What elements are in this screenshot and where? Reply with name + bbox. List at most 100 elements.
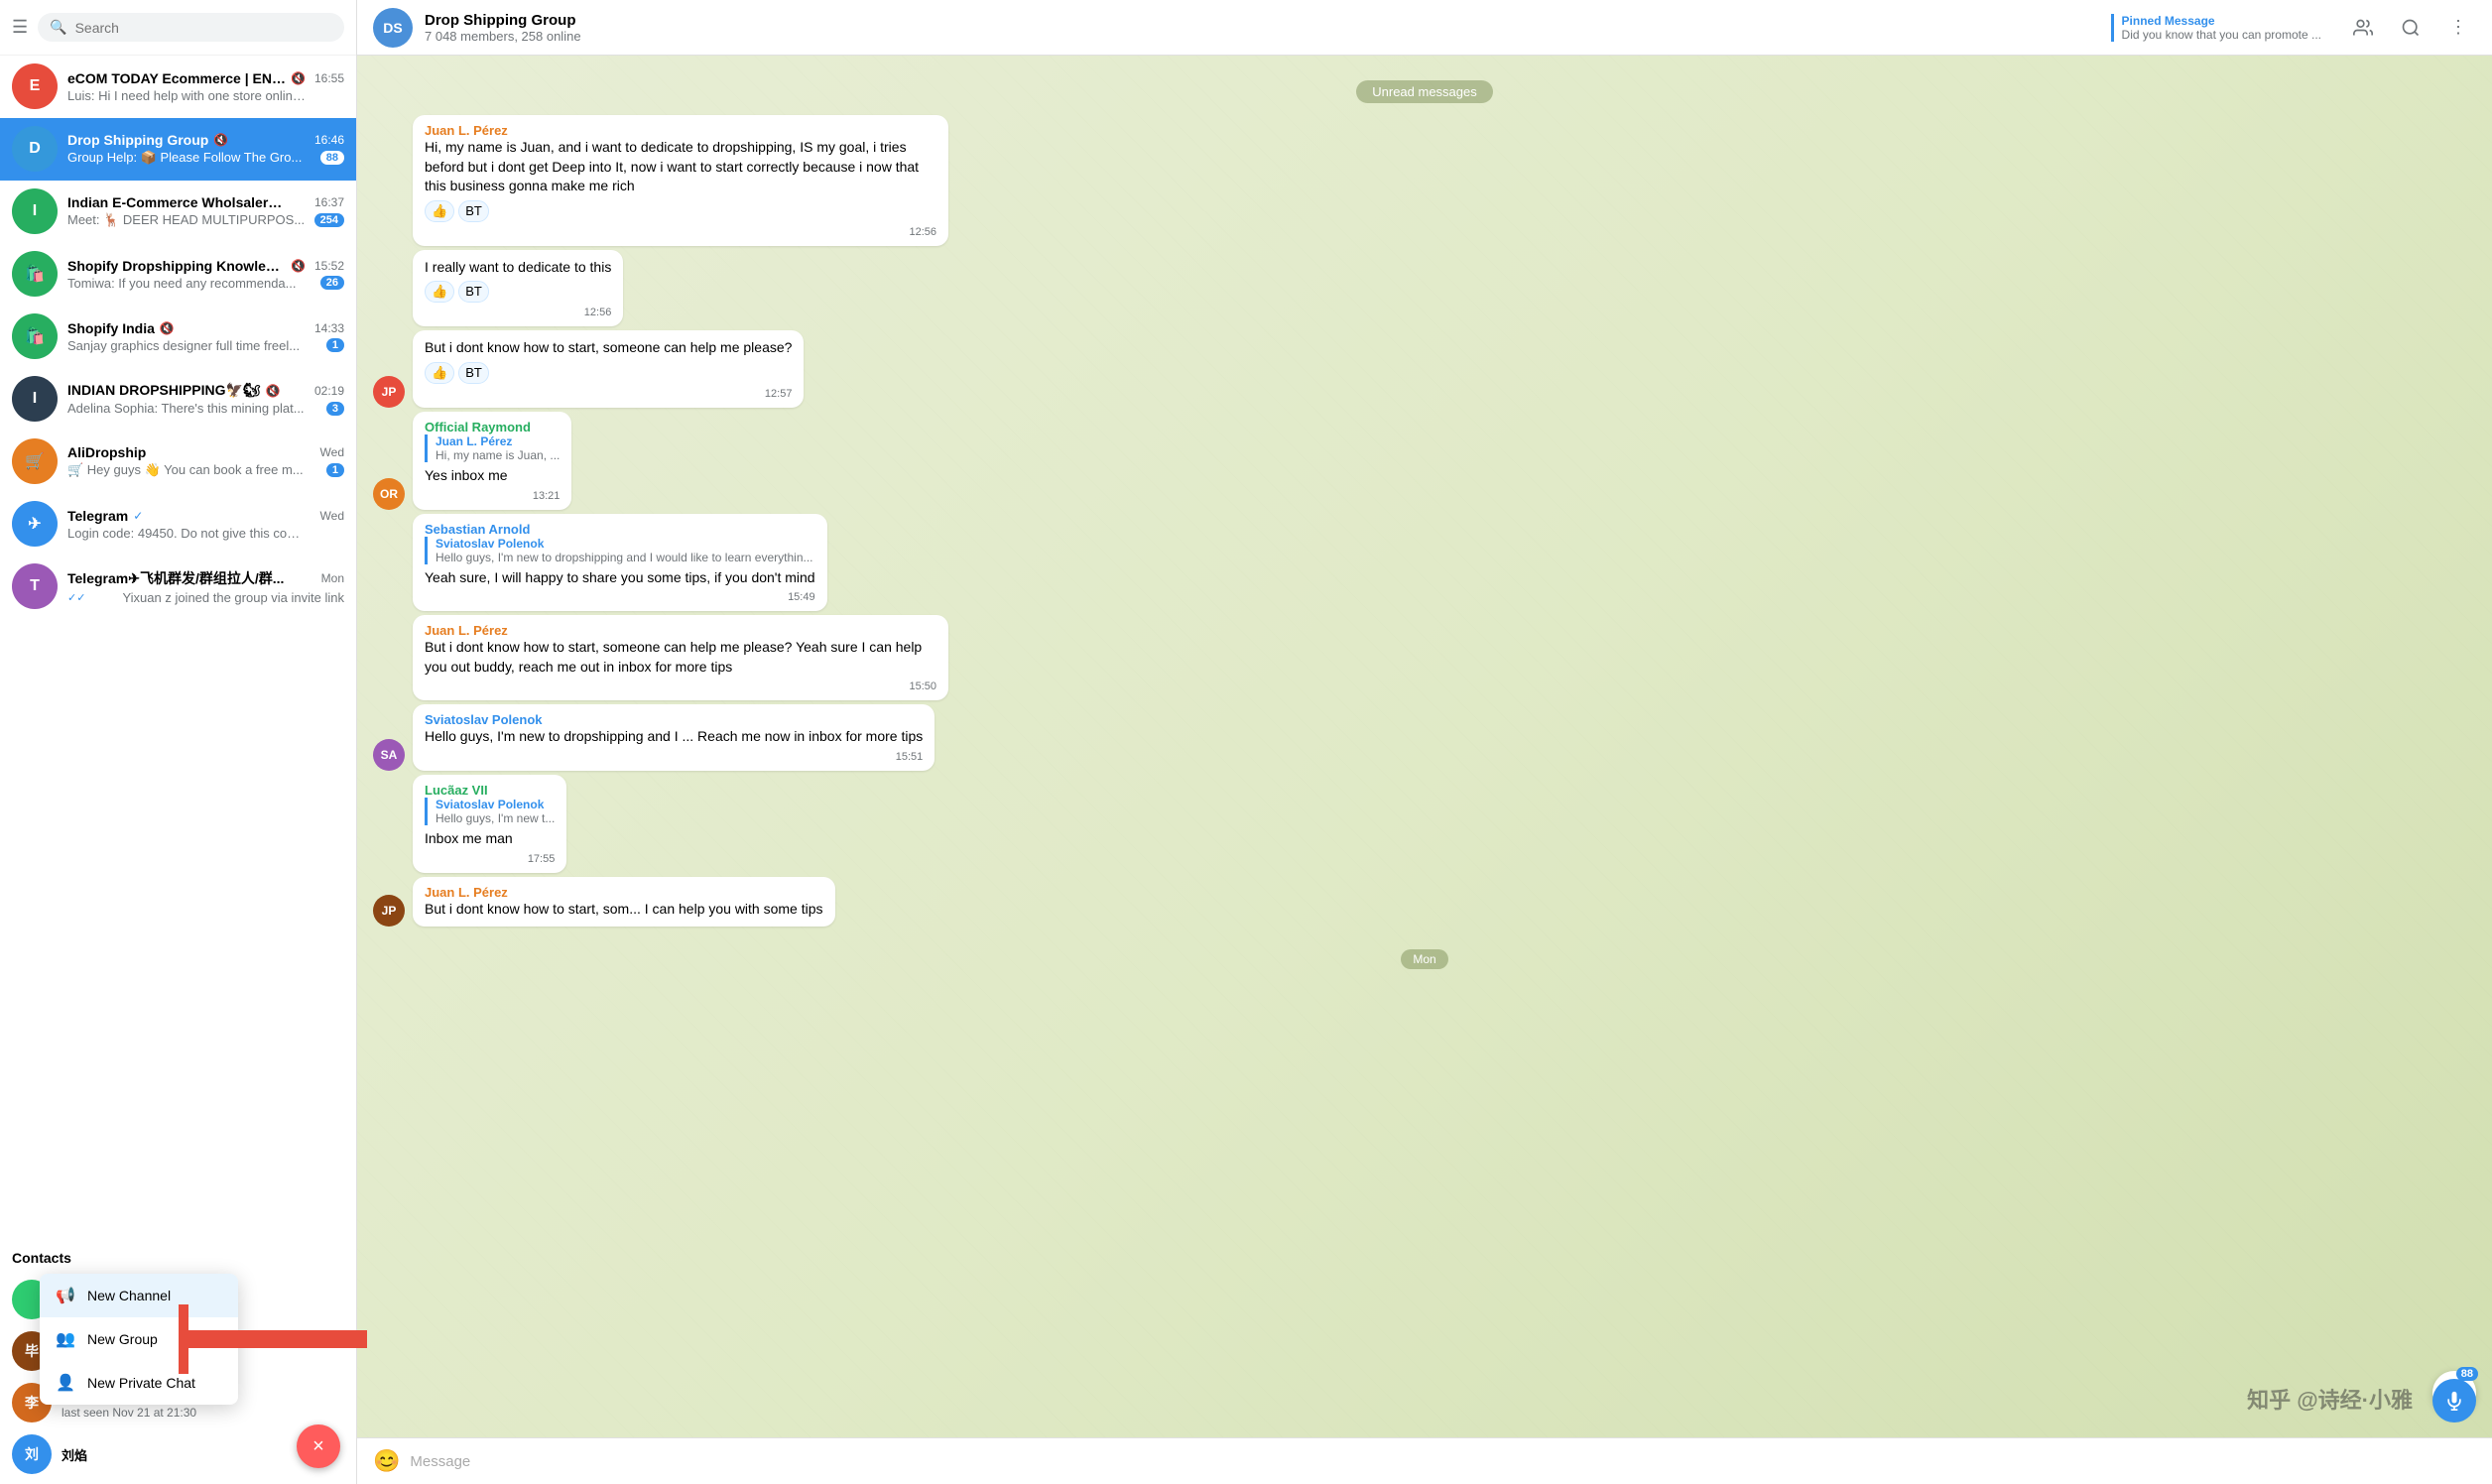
chat-item-alidropship[interactable]: 🛒AliDropshipWed🛒 Hey guys 👋 You can book…: [0, 431, 356, 493]
reaction-msg1[interactable]: BT: [458, 200, 489, 222]
chat-preview-telegram: Login code: 49450. Do not give this code…: [67, 526, 306, 541]
search-messages-icon[interactable]: [2393, 10, 2429, 46]
contact-item-contact-liuhao[interactable]: 刘刘焰: [12, 1428, 344, 1480]
message-sender-msg8: Lucãaz VII: [425, 783, 555, 798]
message-text-msg1: Hi, my name is Juan, and i want to dedic…: [425, 138, 936, 196]
reply-name-msg4: Juan L. Pérez: [436, 434, 560, 448]
contact-status-contact-lixiao: last seen Nov 21 at 21:30: [62, 1406, 344, 1420]
search-input[interactable]: [75, 20, 332, 36]
mute-icon-shopify-drop: 🔇: [291, 259, 306, 273]
verified-icon-telegram: ✓: [133, 509, 143, 523]
chat-item-telegram[interactable]: ✈ Telegram✓WedLogin code: 49450. Do not g…: [0, 493, 356, 556]
reaction-msg2[interactable]: BT: [458, 281, 489, 303]
message-text-msg9: But i dont know how to start, som... I c…: [425, 900, 823, 920]
message-bubble-msg3: But i dont know how to start, someone ca…: [413, 330, 804, 408]
reaction-msg3[interactable]: 👍: [425, 362, 454, 384]
message-bubble-msg8: Lucãaz VIISviatoslav PolenokHello guys, …: [413, 775, 566, 873]
message-time-msg3: 12:57: [425, 388, 792, 400]
chat-name-shopify-india: Shopify India: [67, 320, 155, 336]
chat-preview-drop-shipping: Group Help: 📦 Please Follow The Gro...: [67, 150, 302, 166]
mute-icon-ecom-today: 🔇: [291, 71, 306, 85]
chat-time-shopify-drop: 15:52: [314, 259, 344, 273]
message-group-msg1: Juan L. PérezHi, my name is Juan, and i …: [373, 115, 2476, 246]
chat-info-telegram-fly: Telegram✈飞机群发/群组拉人/群...Mon✓✓Yixuan z joi…: [67, 568, 344, 605]
message-sender-msg7: Sviatoslav Polenok: [425, 712, 923, 727]
context-menu-item-new-channel[interactable]: 📢 New Channel: [40, 1274, 238, 1317]
unread-badge-indian-dropshipping: 3: [326, 402, 344, 416]
message-group-msg7: SASviatoslav PolenokHello guys, I'm new …: [373, 704, 2476, 771]
avatar-telegram: ✈: [12, 501, 58, 547]
chat-info-telegram: Telegram✓WedLogin code: 49450. Do not gi…: [67, 508, 344, 541]
chat-item-indian-ecom[interactable]: IIndian E-Commerce Wholsaler B2...16:37M…: [0, 181, 356, 243]
chat-info-indian-ecom: Indian E-Commerce Wholsaler B2... 16:37 Me…: [67, 194, 344, 228]
message-sender-msg6: Juan L. Pérez: [425, 623, 936, 638]
chat-item-ecom-today[interactable]: EeCOM TODAY Ecommerce | ENG C...🔇16:55Lu…: [0, 56, 356, 118]
avatar-ecom-today: E: [12, 63, 58, 109]
context-menu-item-new-group[interactable]: 👥New Group: [40, 1317, 238, 1361]
chat-list: EeCOM TODAY Ecommerce | ENG C...🔇16:55Lu…: [0, 56, 356, 1238]
message-time-msg7: 15:51: [425, 751, 923, 763]
chat-info-shopify-india: Shopify India🔇14:33Sanjay graphics desig…: [67, 320, 344, 353]
message-group-msg6: Juan L. PérezBut i dont know how to star…: [373, 615, 2476, 700]
members-svg-icon: [2353, 18, 2373, 38]
reaction-msg2[interactable]: 👍: [425, 281, 454, 303]
search-svg-icon: [2401, 18, 2421, 38]
avatar-spacer-msg8: [373, 775, 405, 873]
chat-name-telegram-fly: Telegram✈飞机群发/群组拉人/群...: [67, 568, 284, 588]
emoji-button[interactable]: 😊: [373, 1448, 400, 1474]
mute-icon-drop-shipping: 🔇: [213, 133, 228, 147]
member-list-icon[interactable]: [2345, 10, 2381, 46]
unread-badge-alidropship: 1: [326, 463, 344, 477]
message-time-msg2: 12:56: [425, 307, 611, 318]
chat-time-indian-ecom: 16:37: [314, 195, 344, 209]
chat-info-shopify-drop: Shopify Dropshipping Knowledge ...🔇15:52…: [67, 258, 344, 291]
chat-time-drop-shipping: 16:46: [314, 133, 344, 147]
avatar-telegram-fly: T: [12, 563, 58, 609]
message-text-msg5: Yeah sure, I will happy to share you som…: [425, 568, 815, 588]
chat-preview-shopify-drop: Tomiwa: If you need any recommenda...: [67, 276, 297, 291]
chat-preview-shopify-india: Sanjay graphics designer full time freel…: [67, 338, 300, 353]
chat-item-drop-shipping[interactable]: DDrop Shipping Group🔇16:46Group Help: 📦 …: [0, 118, 356, 181]
unread-divider: Unread messages: [373, 83, 2476, 99]
chat-preview-ecom-today: Luis: Hi I need help with one store onli…: [67, 88, 306, 103]
message-input[interactable]: [410, 1453, 2476, 1470]
hamburger-icon[interactable]: ☰: [12, 17, 28, 38]
pinned-message[interactable]: Pinned Message Did you know that you can…: [2111, 14, 2321, 42]
fab-close-button[interactable]: ×: [297, 1424, 340, 1468]
avatar-indian-dropshipping: I: [12, 376, 58, 422]
close-icon: ×: [312, 1435, 324, 1458]
chat-preview-indian-ecom: Meet: 🦌 DEER HEAD MULTIPURPOS...: [67, 212, 305, 228]
chat-name-indian-ecom: Indian E-Commerce Wholsaler B2...: [67, 194, 286, 210]
mic-fab-button[interactable]: [2432, 1379, 2476, 1422]
chat-time-telegram-fly: Mon: [321, 571, 344, 585]
context-icon-new-channel: 📢: [56, 1286, 75, 1305]
reaction-msg3[interactable]: BT: [458, 362, 489, 384]
chat-info-ecom-today: eCOM TODAY Ecommerce | ENG C...🔇16:55Lui…: [67, 70, 344, 103]
context-menu: 📢 New Channel 👥New Group👤New Private Chat: [40, 1274, 238, 1405]
chat-name-drop-shipping: Drop Shipping Group: [67, 132, 208, 148]
chat-time-shopify-india: 14:33: [314, 321, 344, 335]
message-sender-msg5: Sebastian Arnold: [425, 522, 815, 537]
chat-item-shopify-drop[interactable]: 🛍️Shopify Dropshipping Knowledge ...🔇15:…: [0, 243, 356, 306]
contact-avatar-contact-liuhao: 刘: [12, 1434, 52, 1474]
message-avatar-msg9: JP: [373, 895, 405, 927]
chat-item-telegram-fly[interactable]: TTelegram✈飞机群发/群组拉人/群...Mon✓✓Yixuan z jo…: [0, 556, 356, 618]
chat-name-indian-dropshipping: INDIAN DROPSHIPPING🦅🐿: [67, 382, 261, 399]
chat-item-shopify-india[interactable]: 🛍️Shopify India🔇14:33Sanjay graphics des…: [0, 306, 356, 368]
avatar-spacer-msg6: [373, 615, 405, 700]
unread-badge-shopify-drop: 26: [320, 276, 344, 290]
message-avatar-msg7: SA: [373, 739, 405, 771]
message-text-msg6: But i dont know how to start, someone ca…: [425, 638, 936, 677]
context-label-new-group: New Group: [87, 1331, 158, 1347]
context-label-new-channel: New Channel: [87, 1288, 171, 1303]
chat-item-indian-dropshipping[interactable]: IINDIAN DROPSHIPPING🦅🐿🔇02:19Adelina Soph…: [0, 368, 356, 431]
message-reactions-msg1: 👍BT: [425, 200, 936, 222]
message-bubble-msg9: Juan L. PérezBut i dont know how to star…: [413, 877, 835, 928]
message-reply-msg4: Juan L. PérezHi, my name is Juan, ...: [425, 434, 560, 462]
search-bar[interactable]: 🔍: [38, 13, 344, 42]
mic-icon: [2444, 1391, 2464, 1411]
chat-name-alidropship: AliDropship: [67, 444, 146, 460]
reaction-msg1[interactable]: 👍: [425, 200, 454, 222]
context-menu-item-new-private-chat[interactable]: 👤New Private Chat: [40, 1361, 238, 1405]
more-options-icon[interactable]: ⋮: [2440, 10, 2476, 46]
